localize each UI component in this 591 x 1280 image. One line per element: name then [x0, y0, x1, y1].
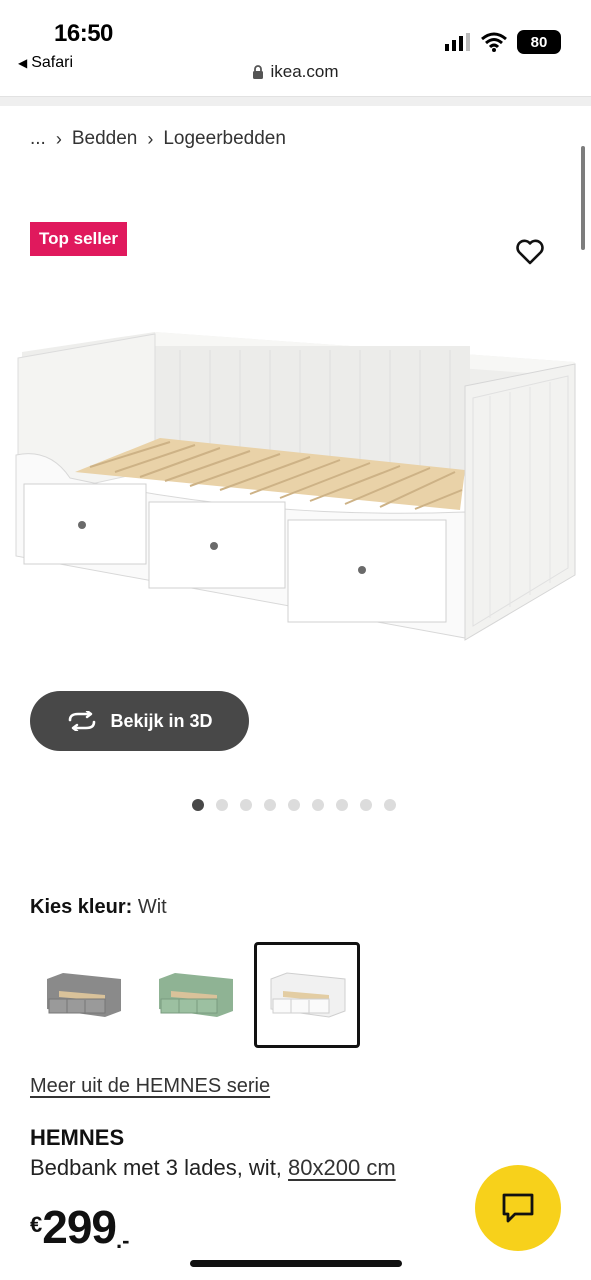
chevron-right-icon: ›	[55, 128, 62, 149]
color-swatch-grey[interactable]	[30, 942, 136, 1048]
carousel-dot[interactable]	[192, 799, 204, 811]
chat-bubble-icon	[502, 1193, 534, 1223]
product-size-link[interactable]: 80x200 cm	[288, 1155, 396, 1180]
product-name: HEMNES	[30, 1125, 125, 1150]
battery-indicator: 80	[517, 30, 561, 54]
price-amount: 299	[42, 1201, 117, 1253]
address-bar[interactable]: ikea.com	[0, 62, 591, 82]
chat-button[interactable]	[475, 1165, 561, 1251]
breadcrumb-item-bedden[interactable]: Bedden	[72, 128, 138, 150]
hemnes-series-link[interactable]: Meer uit de HEMNES serie	[30, 1075, 270, 1098]
breadcrumb-ellipsis[interactable]: ...	[30, 128, 46, 150]
rotate-3d-icon	[69, 711, 96, 731]
breadcrumb: ... › Bedden › Logeerbedden	[30, 128, 286, 150]
url-text: ikea.com	[270, 62, 339, 81]
product-description: Bedbank met 3 lades, wit, 80x200 cm	[30, 1155, 396, 1181]
view-in-3d-button[interactable]: Bekijk in 3D	[30, 691, 249, 751]
image-carousel-dots	[192, 799, 396, 811]
color-swatch-green[interactable]	[142, 942, 248, 1048]
home-indicator[interactable]	[190, 1260, 402, 1267]
carousel-dot[interactable]	[336, 799, 348, 811]
page: 16:50 ◀ Safari 80 ikea.com ... › Bedden	[0, 0, 591, 1280]
color-swatch-white[interactable]	[254, 942, 360, 1048]
top-seller-badge: Top seller	[30, 222, 128, 256]
carousel-dot[interactable]	[288, 799, 300, 811]
grey-daybed-thumbnail	[47, 973, 121, 1017]
breadcrumb-item-logeerbedden[interactable]: Logeerbedden	[163, 128, 286, 150]
browser-divider	[0, 96, 591, 106]
price-currency: €	[30, 1212, 43, 1237]
carousel-dot[interactable]	[384, 799, 396, 811]
favorite-heart-icon[interactable]	[514, 236, 546, 268]
lock-icon	[253, 64, 264, 79]
color-choice-value: Wit	[137, 896, 167, 918]
wifi-icon	[481, 32, 507, 52]
carousel-dot[interactable]	[264, 799, 276, 811]
carousel-dot[interactable]	[360, 799, 372, 811]
white-daybed-thumbnail	[270, 972, 346, 1018]
product-price: € 299 .-	[30, 1204, 129, 1254]
price-decimals: .-	[116, 1228, 130, 1253]
carousel-dot[interactable]	[240, 799, 252, 811]
carousel-dot[interactable]	[312, 799, 324, 811]
green-daybed-thumbnail	[159, 973, 233, 1017]
product-description-text: Bedbank met 3 lades, wit,	[30, 1155, 282, 1180]
color-choice-heading: Kies kleur: Wit	[30, 896, 167, 919]
product-image-daybed	[15, 332, 576, 641]
scrollbar-thumb[interactable]	[581, 146, 585, 250]
carousel-dot[interactable]	[216, 799, 228, 811]
view-in-3d-label: Bekijk in 3D	[110, 710, 213, 731]
status-time: 16:50	[54, 20, 113, 47]
chevron-right-icon: ›	[147, 128, 154, 149]
cellular-signal-icon	[445, 33, 470, 51]
status-icons: 80	[445, 30, 561, 54]
color-choice-label: Kies kleur:	[30, 896, 133, 918]
